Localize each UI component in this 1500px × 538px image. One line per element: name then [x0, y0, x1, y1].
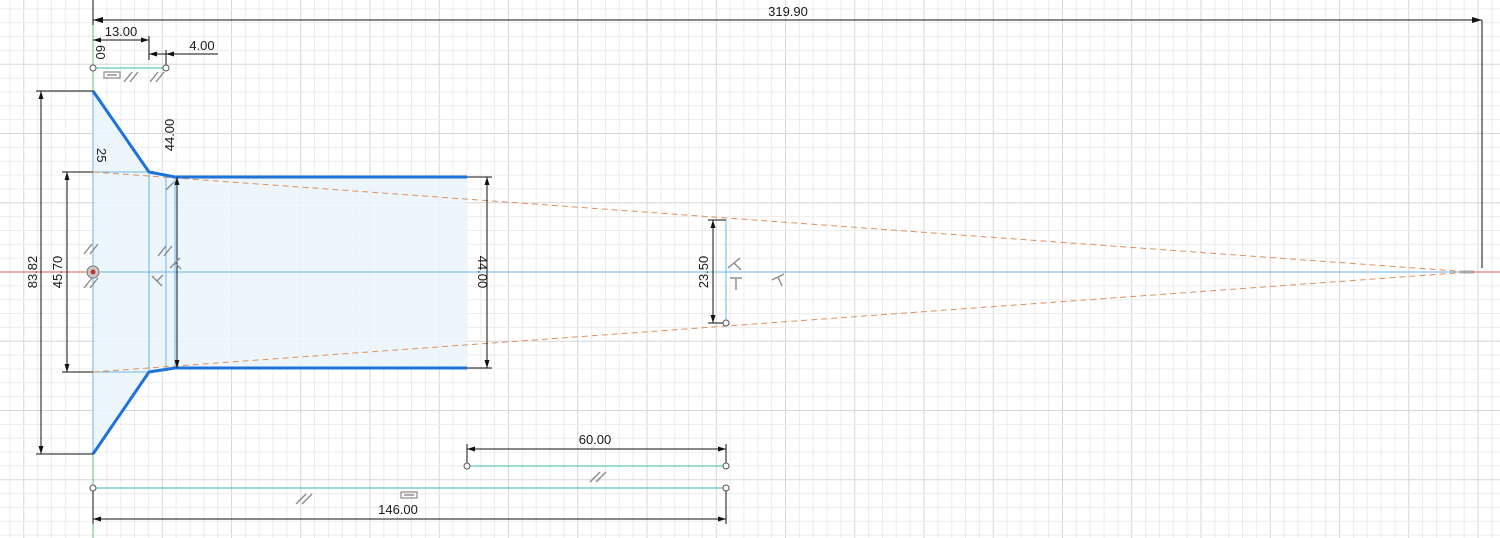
sketch-point[interactable] [722, 462, 730, 470]
dim-text-cone-radius: 23.50 [696, 256, 711, 289]
horizontal-constraint-icon[interactable] [400, 491, 418, 499]
perpendicular-constraint-icon[interactable] [730, 277, 742, 290]
dimension-bottom-segment[interactable]: 60.00 [466, 432, 727, 464]
dim-text-small-step: 4.00 [189, 38, 214, 53]
dim-text-angle: 25 [94, 148, 109, 162]
dim-text-chamfer-height: 44.00 [162, 119, 177, 152]
dim-text-tiny-top: 60 [93, 45, 108, 59]
parallel-constraint-icon[interactable] [295, 493, 313, 505]
perpendicular-constraint-icon[interactable] [771, 273, 785, 287]
origin-point-icon[interactable] [86, 265, 100, 279]
sketch-point[interactable] [162, 64, 170, 72]
dim-text-overall-length: 319.90 [768, 4, 808, 19]
dim-text-body-length: 146.00 [378, 502, 418, 517]
dim-text-top-offset: 13.00 [105, 24, 138, 39]
dim-text-body-height: 44.00 [475, 256, 490, 289]
sketch-point[interactable] [89, 64, 97, 72]
sketch-point[interactable] [89, 484, 97, 492]
parallel-constraint-icon[interactable] [123, 71, 139, 83]
sketch-point[interactable] [463, 462, 471, 470]
dim-text-bottom-segment: 60.00 [579, 432, 612, 447]
parallel-constraint-icon[interactable] [589, 471, 607, 483]
sketch-canvas[interactable]: 319.90 13.00 4.00 60 44.00 25 83.82 45.7… [0, 0, 1500, 538]
dim-text-outer-height: 83.82 [25, 256, 40, 289]
sketch-point[interactable] [722, 319, 730, 327]
dim-text-inner-height: 45.70 [50, 256, 65, 289]
sketch-point[interactable] [722, 484, 730, 492]
dimension-small-step[interactable]: 4.00 [149, 38, 218, 66]
